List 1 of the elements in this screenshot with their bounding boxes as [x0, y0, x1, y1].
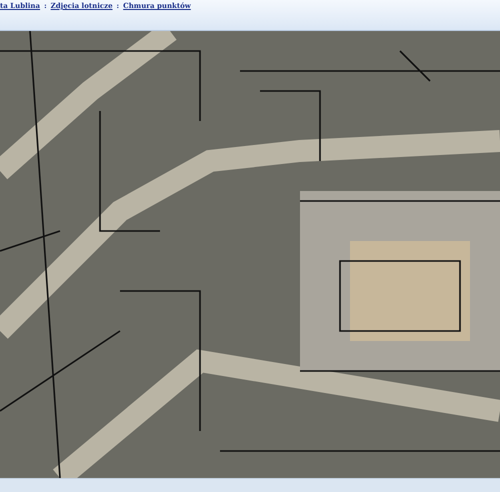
aerial-map-photo[interactable] — [0, 31, 500, 478]
